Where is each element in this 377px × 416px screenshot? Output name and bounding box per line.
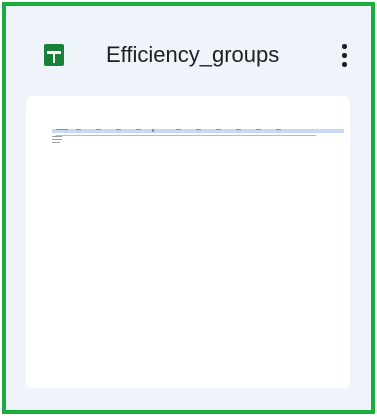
more-vert-icon <box>342 44 347 49</box>
file-card-header: Efficiency_groups <box>6 6 371 94</box>
file-card[interactable]: Efficiency_groups <box>2 2 375 414</box>
file-title[interactable]: Efficiency_groups <box>106 41 279 69</box>
more-options-button[interactable] <box>336 42 354 72</box>
preview-header-row <box>52 129 344 133</box>
file-preview-thumbnail[interactable] <box>26 96 350 388</box>
google-sheets-icon <box>44 44 64 66</box>
